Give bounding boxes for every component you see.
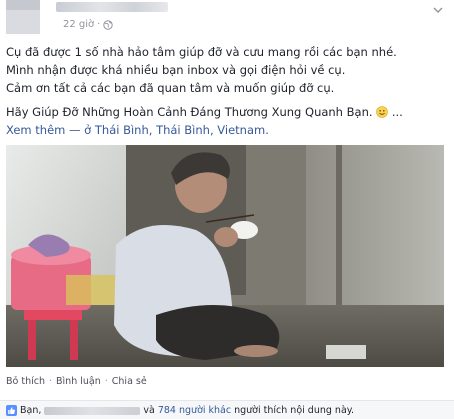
location-country-link[interactable]: Vietnam [217,123,265,137]
location-end: . [265,123,269,137]
comment-link[interactable]: Bình luận [56,376,101,387]
post-time[interactable]: 22 giờ [63,19,94,30]
globe-icon [103,19,114,30]
share-link[interactable]: Chia sẻ [112,376,147,387]
facebook-post: 22 giờ · Cụ đã được 1 số nhà hảo tâm giú… [0,0,454,419]
post-photo[interactable] [6,145,444,367]
post-highlight-line: Hãy Giúp Đỡ Những Hoàn Cảnh Đáng Thương … [6,103,446,121]
post-meta: 22 giờ · [63,19,114,30]
post-ellipsis: ... [391,105,403,119]
likes-summary: Bạn, và 784 người khác người thích nội d… [6,405,354,416]
action-separator: · [48,376,53,387]
location-prefix: — ở [69,123,92,137]
photo-stool-leg-right [70,320,78,360]
photo-stool-leg-left [28,320,36,360]
likes-prefix: Bạn, [20,405,42,416]
unlike-link[interactable]: Bỏ thích [6,376,45,387]
smiley-icon [376,106,388,118]
chevron-down-icon[interactable] [432,5,444,15]
liker-names-blurred[interactable] [44,406,141,415]
post-line-3: Cảm ơn tất cả các bạn đã quan tâm và muố… [6,81,335,95]
post-highlight: Hãy Giúp Đỡ Những Hoàn Cảnh Đáng Thương … [6,105,373,119]
photo-paper [326,345,366,359]
photo-red-stool-top [24,310,82,320]
avatar-top [6,0,40,10]
action-separator: · [104,376,108,387]
photo-yellow-bag [66,275,116,305]
thumbs-up-icon [6,405,17,416]
see-more-line: Xem thêm — ở Thái Bình, Thái Bình, Vietn… [6,121,446,139]
avatar[interactable] [6,0,40,34]
post-line-2: Mình nhận được khá nhiều bạn inbox và gọ… [6,63,346,77]
likes-others-link[interactable]: 784 người khác [158,405,231,416]
post-line-1: Cụ đã được 1 số nhà hảo tâm giúp đỡ và c… [6,45,397,59]
location-city-link[interactable]: Thái Bình, Thái Bình, [95,123,214,137]
photo-feet [234,345,278,357]
see-more-link[interactable]: Xem thêm [6,123,65,137]
post-body: Cụ đã được 1 số nhà hảo tâm giúp đỡ và c… [6,43,446,139]
photo-hand [214,227,238,247]
post-actions: Bỏ thích · Bình luận · Chia sẻ [6,376,147,387]
likes-suffix: người thích nội dung này. [234,405,355,416]
likes-bar: Bạn, và 784 người khác người thích nội d… [0,400,454,419]
meta-dot: · [97,19,101,30]
author-name-blurred[interactable] [56,2,168,12]
likes-conjunction: và [143,405,155,416]
